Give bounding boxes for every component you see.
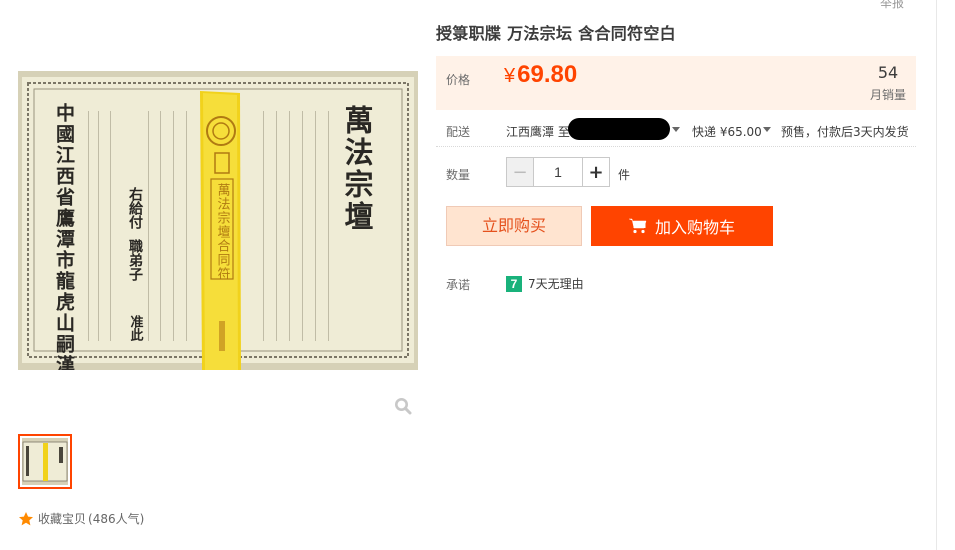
monthly-sales: 54 月销量 [870,63,906,103]
shipping-destination-redacted[interactable] [568,118,670,140]
search-icon[interactable] [394,397,412,415]
shipping-row: 配送 江西鹰潭 至 快递 ¥65.00 预售，付款后3天内发货 [436,118,916,147]
report-link[interactable]: 举报 [880,0,904,11]
shipping-origin: 江西鹰潭 至 [506,125,570,139]
promise-label: 承诺 [446,278,471,292]
favorite-button[interactable]: 收藏宝贝 (486人气) [18,510,144,527]
price-label: 价格 [446,73,471,87]
monthly-sales-count: 54 [877,63,899,82]
certificate-heading-text: 萬法宗壇 [340,105,374,233]
main-product-image[interactable]: 中國江西省鷹潭市龍虎山嗣漢天師府 右給付 職弟子 准此 萬法宗壇 萬法宗壇合同符 [18,71,418,370]
seven-day-return-text: 7天无理由 [528,277,584,291]
seven-day-return-badge[interactable]: 7 7天无理由 [506,275,584,292]
price-value: ¥69.80 [504,61,577,89]
right-divider [936,0,937,550]
buy-now-button[interactable]: 立即购买 [446,206,582,246]
chevron-down-icon[interactable] [763,127,771,132]
thumbnail-image[interactable] [18,434,72,489]
presale-notice: 预售，付款后3天内发货 [781,125,909,139]
certificate-mid-text-2: 職弟子 [127,238,143,282]
add-to-cart-button[interactable]: 加入购物车 [591,206,773,246]
talisman-text: 萬法宗壇合同符 [215,183,231,281]
monthly-sales-label: 月销量 [869,88,906,102]
cart-icon [628,218,647,234]
quantity-label: 数量 [446,168,471,182]
chevron-down-icon[interactable] [672,127,680,132]
certificate-issuer-text: 中國江西省鷹潭市龍虎山嗣漢天師府 [53,102,76,370]
price-panel: 价格 ¥69.80 54 月销量 [436,56,916,110]
star-icon [19,511,33,525]
favorite-label: 收藏宝贝 [38,512,87,526]
quantity-unit: 件 [618,168,631,182]
add-to-cart-label: 加入购物车 [654,218,735,237]
shipping-express-fee[interactable]: 快递 ¥65.00 [692,123,762,140]
certificate-mid-text-1: 右給付 [127,186,144,230]
seven-day-icon: 7 [506,275,522,292]
quantity-input[interactable] [534,158,582,186]
shipping-label: 配送 [446,125,471,139]
currency-symbol: ¥ [504,65,516,87]
quantity-stepper: − + [506,157,610,187]
increase-quantity-button[interactable]: + [582,158,609,186]
price-amount: 69.80 [517,61,578,88]
quantity-row: 数量 − + 件 [436,157,916,187]
product-title: 授箓职牒 万法宗坛 含合同符空白 [436,24,676,43]
decrease-quantity-button[interactable]: − [507,158,534,186]
favorite-count: (486人气) [88,512,145,526]
certificate-mid-text-3: 准此 [128,314,144,341]
